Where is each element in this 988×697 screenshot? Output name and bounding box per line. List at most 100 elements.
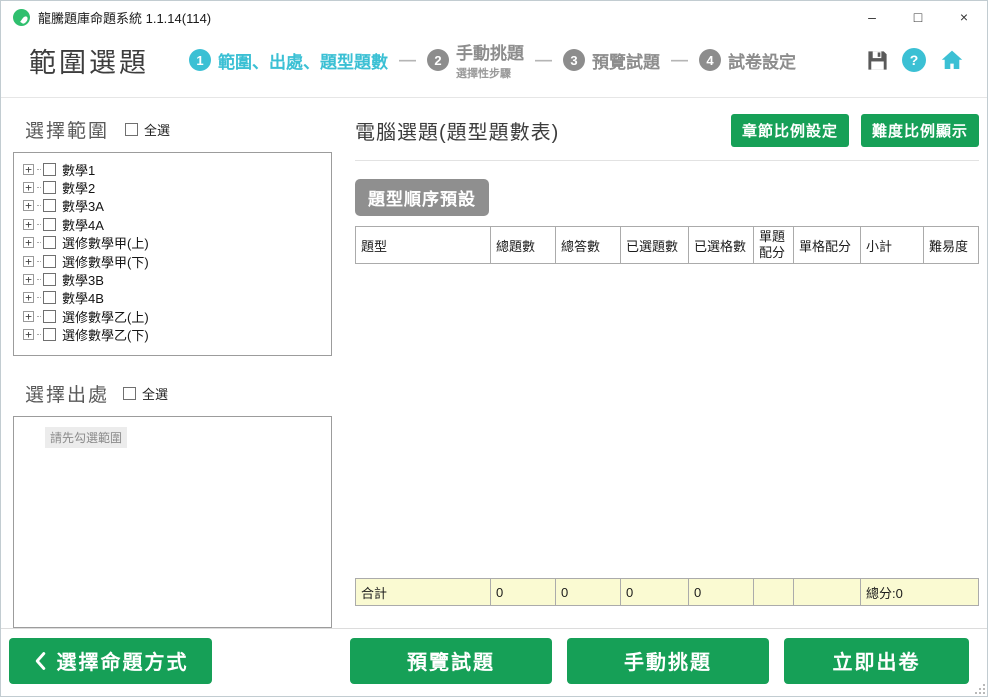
manual-pick-button[interactable]: 手動挑題 bbox=[567, 638, 769, 684]
step-4-paper-settings[interactable]: 4 試卷設定 bbox=[699, 48, 796, 73]
col-subtotal: 小計 bbox=[860, 227, 923, 263]
tree-item-checkbox[interactable] bbox=[43, 273, 56, 286]
bottom-action-bar: 選擇命題方式 預覽試題 手動挑題 立即出卷 bbox=[1, 628, 987, 696]
close-button[interactable]: × bbox=[941, 1, 987, 33]
tree-item: + 數學4A bbox=[23, 215, 331, 233]
expand-icon[interactable]: + bbox=[23, 164, 34, 175]
expand-icon[interactable]: + bbox=[23, 237, 34, 248]
step-4-number: 4 bbox=[699, 49, 721, 71]
preview-questions-button[interactable]: 預覽試題 bbox=[350, 638, 552, 684]
tree-item-label[interactable]: 數學1 bbox=[62, 160, 95, 179]
main-panel: 電腦選題(題型題數表) 章節比例設定 難度比例顯示 題型順序預設 題型 總題數 … bbox=[341, 98, 988, 626]
tree-item-label[interactable]: 數學2 bbox=[62, 178, 95, 197]
expand-icon[interactable]: + bbox=[23, 219, 34, 230]
step-1-range[interactable]: 1 範圍、出處、題型題數 bbox=[189, 48, 388, 73]
tree-item-checkbox[interactable] bbox=[43, 255, 56, 268]
col-total-answers: 總答數 bbox=[555, 227, 620, 263]
resize-grip[interactable] bbox=[975, 684, 985, 694]
per-question-score-value bbox=[753, 579, 793, 605]
back-button-label: 選擇命題方式 bbox=[57, 646, 189, 675]
tree-item-checkbox[interactable] bbox=[43, 291, 56, 304]
col-selected-cells: 已選格數 bbox=[688, 227, 753, 263]
step-1-label: 範圍、出處、題型題數 bbox=[218, 48, 388, 73]
tree-item-checkbox[interactable] bbox=[43, 199, 56, 212]
tree-item: + 選修數學甲(下) bbox=[23, 252, 331, 270]
total-questions-value: 0 bbox=[490, 579, 555, 605]
tree-item: + 選修數學乙(上) bbox=[23, 307, 331, 325]
step-2-label: 手動挑題 bbox=[456, 39, 524, 64]
tree-item-label[interactable]: 數學4A bbox=[62, 215, 104, 234]
col-question-type: 題型 bbox=[356, 227, 490, 263]
total-label: 合計 bbox=[356, 579, 490, 605]
left-panel: 選擇範圍 全選 +數學1 +數學2 +數學3A +數學4A +選修數學甲(上) … bbox=[1, 98, 341, 626]
step-2-manual-pick[interactable]: 2 手動挑題 選擇性步驟 bbox=[427, 39, 524, 81]
expand-icon[interactable]: + bbox=[23, 329, 34, 340]
tree-item-checkbox[interactable] bbox=[43, 181, 56, 194]
tree-item: + 數學1 bbox=[23, 160, 331, 178]
expand-icon[interactable]: + bbox=[23, 200, 34, 211]
range-tree: + 數學1 + 數學2 + 數學3A + 數學4A + 選修數學甲(上) + 選修數學甲(下… bbox=[13, 152, 332, 356]
step-separator: — bbox=[671, 50, 688, 70]
question-table-total-row: 合計 0 0 0 0 總分:0 bbox=[355, 578, 979, 606]
titlebar: 龍騰題庫命題系統 1.1.14(114) – □ × bbox=[1, 1, 987, 33]
expand-icon[interactable]: + bbox=[23, 274, 34, 285]
expand-icon[interactable]: + bbox=[23, 256, 34, 267]
expand-icon[interactable]: + bbox=[23, 292, 34, 303]
tree-item-checkbox[interactable] bbox=[43, 218, 56, 231]
selected-cells-value: 0 bbox=[688, 579, 753, 605]
header: 範圍選題 1 範圍、出處、題型題數 — 2 手動挑題 選擇性步驟 — 3 預覽試… bbox=[1, 33, 987, 98]
col-per-cell-score: 單格配分 bbox=[793, 227, 860, 263]
tree-item-label[interactable]: 數學4B bbox=[62, 288, 104, 307]
main-title: 電腦選題(題型題數表) bbox=[355, 116, 559, 145]
expand-icon[interactable]: + bbox=[23, 182, 34, 193]
source-empty-hint: 請先勾選範圍 bbox=[45, 427, 127, 448]
total-answers-value: 0 bbox=[555, 579, 620, 605]
tree-item: + 選修數學乙(下) bbox=[23, 326, 331, 344]
expand-icon[interactable]: + bbox=[23, 311, 34, 322]
maximize-button[interactable]: □ bbox=[895, 1, 941, 33]
home-icon[interactable] bbox=[939, 48, 965, 72]
page-title: 範圍選題 bbox=[29, 41, 149, 80]
tree-item: + 數學3B bbox=[23, 270, 331, 288]
tree-item-checkbox[interactable] bbox=[43, 163, 56, 176]
range-select-all-checkbox[interactable] bbox=[125, 123, 138, 136]
tree-item-checkbox[interactable] bbox=[43, 310, 56, 323]
type-order-preset-button[interactable]: 題型順序預設 bbox=[355, 179, 489, 216]
col-difficulty: 難易度 bbox=[923, 227, 978, 263]
save-icon[interactable] bbox=[866, 49, 889, 72]
tree-item: + 選修數學甲(上) bbox=[23, 234, 331, 252]
step-separator: — bbox=[399, 50, 416, 70]
app-logo-icon bbox=[13, 9, 30, 26]
tree-item-label[interactable]: 選修數學乙(下) bbox=[62, 325, 149, 344]
content: 選擇範圍 全選 +數學1 +數學2 +數學3A +數學4A +選修數學甲(上) … bbox=[1, 98, 987, 626]
total-score-value: 總分:0 bbox=[860, 579, 978, 605]
step-4-label: 試卷設定 bbox=[728, 48, 796, 73]
tree-item-label[interactable]: 選修數學乙(上) bbox=[62, 307, 149, 326]
difficulty-ratio-button[interactable]: 難度比例顯示 bbox=[861, 114, 979, 147]
tree-item-label[interactable]: 選修數學甲(上) bbox=[62, 233, 149, 252]
source-select-all-checkbox[interactable] bbox=[123, 387, 136, 400]
step-2-number: 2 bbox=[427, 49, 449, 71]
step-3-preview[interactable]: 3 預覽試題 bbox=[563, 48, 660, 73]
tree-item-label[interactable]: 選修數學甲(下) bbox=[62, 252, 149, 271]
help-icon[interactable]: ? bbox=[902, 48, 926, 72]
wizard-steps: 1 範圍、出處、題型題數 — 2 手動挑題 選擇性步驟 — 3 預覽試題 — 4… bbox=[189, 39, 796, 81]
question-table-header: 題型 總題數 總答數 已選題數 已選格數 單題配分 單格配分 小計 難易度 bbox=[355, 226, 979, 264]
tree-item-label[interactable]: 數學3B bbox=[62, 270, 104, 289]
source-list: 請先勾選範圍 bbox=[13, 416, 332, 628]
selected-questions-value: 0 bbox=[620, 579, 688, 605]
range-select-all-label: 全選 bbox=[144, 120, 170, 139]
generate-paper-button[interactable]: 立即出卷 bbox=[784, 638, 969, 684]
tree-item-label[interactable]: 數學3A bbox=[62, 196, 104, 215]
back-to-mode-button[interactable]: 選擇命題方式 bbox=[9, 638, 212, 684]
tree-item-checkbox[interactable] bbox=[43, 328, 56, 341]
step-1-number: 1 bbox=[189, 49, 211, 71]
tree-item: + 數學3A bbox=[23, 197, 331, 215]
source-section-title: 選擇出處 bbox=[25, 380, 109, 407]
minimize-button[interactable]: – bbox=[849, 1, 895, 33]
col-selected-questions: 已選題數 bbox=[620, 227, 688, 263]
chapter-ratio-button[interactable]: 章節比例設定 bbox=[731, 114, 849, 147]
tree-item-checkbox[interactable] bbox=[43, 236, 56, 249]
window-title: 龍騰題庫命題系統 1.1.14(114) bbox=[38, 8, 211, 27]
divider bbox=[355, 160, 979, 161]
